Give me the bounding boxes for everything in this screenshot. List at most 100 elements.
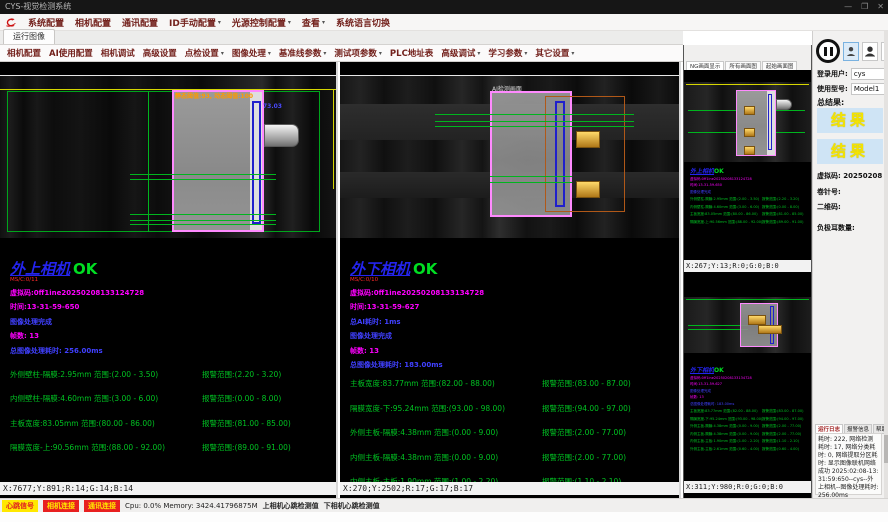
left-roi-frame (7, 91, 320, 232)
thumb-bottom-camera-title: 外下相机OK (690, 365, 809, 374)
toolbar-camera-config[interactable]: 相机配置 (7, 47, 41, 59)
toolbar-plc-address-table[interactable]: PLC地址表 (390, 47, 433, 59)
toolbar-advanced-settings[interactable]: 高级设置 (143, 47, 177, 59)
chevron-down-icon: ▾ (323, 50, 326, 57)
app-window: CYS-视觉检测系统 — ❐ ✕ 系统配置 相机配置 通讯配置 ID手动配置▾ … (0, 0, 888, 522)
menu-item-language-switch[interactable]: 系统语言切换 (336, 16, 390, 29)
login-user-field[interactable]: cys (851, 68, 885, 80)
lower-camera-heartbeat: 下相机心跳检测值 (324, 501, 380, 511)
maximize-button[interactable]: ❐ (861, 0, 868, 14)
center-cursor-coordinates: X:270;Y:2502;R:17;G:17;B:17 (340, 482, 679, 495)
model-row: 使用型号: Model1 (817, 83, 885, 95)
measurement-row: 外侧主板-隔膜:4.38mm 范围:(0.00 - 9.00)报警范围:(2.0… (350, 427, 677, 438)
left-total-time: 总图像处理耗时: 256.00ms (10, 346, 334, 356)
toolbar-advanced-debug[interactable]: 高级调试▾ (441, 47, 480, 59)
comm-connect-badge: 通讯连接 (84, 500, 120, 512)
thumbnail-tabs: NG画面显示 所有画面图 起始画面图 (684, 58, 811, 70)
chevron-down-icon: ▾ (322, 19, 325, 26)
minimize-button[interactable]: — (844, 0, 852, 14)
right-control-panel: 登录用户: cys 使用型号: Model1 总结果: 结果 结果 虚拟码: 2… (812, 31, 888, 498)
left-blue-value-overlay: 73.03 (263, 103, 282, 110)
user-icon (846, 46, 856, 57)
measurement-row: 隔膜宽度-上:90.56mm 范围:(88.00 - 92.00)报警范围:(8… (10, 442, 334, 453)
measurement-row: 内侧壁柱-隔膜:4.60mm 范围:(3.00 - 6.00)报警范围:(0.0… (10, 393, 334, 404)
thumb-tab-start-views[interactable]: 起始画面图 (762, 61, 798, 70)
thumb-tab-all-views[interactable]: 所有画面图 (725, 61, 761, 70)
login-user-row: 登录用户: cys (817, 68, 885, 80)
center-total-time: 总图像处理耗时: 183.00ms (350, 360, 677, 370)
left-measurements: 外侧壁柱-隔膜:2.95mm 范围:(2.00 - 3.50)报警范围:(2.2… (10, 369, 334, 454)
upper-camera-heartbeat: 上相机心跳检测值 (263, 501, 319, 511)
chevron-down-icon: ▾ (268, 50, 271, 57)
log-text[interactable]: 耗时: 222, 网络检测耗时: 17, 网络分类耗时: 0, 网络提取分区耗时… (815, 433, 882, 495)
login-user-button[interactable] (843, 42, 859, 61)
left-frame-count: 帧数: 13 (10, 331, 334, 341)
menu-item-id-manual-config[interactable]: ID手动配置▾ (169, 16, 221, 29)
result-box-1: 结果 (817, 108, 883, 133)
scrollbar-thumb[interactable] (884, 435, 888, 463)
thumb-bottom-coordinates: X:311;Y:980;R:0;G:0;B:0 (684, 481, 811, 493)
panel-scrollbar[interactable] (884, 31, 888, 498)
center-virtual-code: 虚拟码:0ff1ine20250208133134728 (350, 288, 677, 298)
thumbnail-column: NG画面显示 所有画面图 起始画面图 外上相机OK 虚拟码:0ff1 (683, 45, 812, 498)
menu-item-view[interactable]: 查看▾ (302, 16, 325, 29)
chevron-down-icon: ▾ (524, 50, 527, 57)
thumb-tab-ng-display[interactable]: NG画面显示 (686, 61, 724, 70)
center-camera-result-title: 外下相机OK (350, 258, 677, 279)
center-camera-image[interactable]: AI检测画面 (340, 75, 679, 238)
toolbar-baseline-params[interactable]: 基准线参数▾ (279, 47, 327, 59)
tool-bar: 相机配置 AI使用配置 相机调试 高级设置 点检设置▾ 图像处理▾ 基准线参数▾… (0, 45, 683, 62)
pause-button[interactable] (816, 39, 840, 63)
close-button[interactable]: ✕ (877, 0, 884, 14)
center-time: 时间:13-31-59-627 (350, 302, 677, 312)
thumb-top-coordinates: X:267;Y:13;R:0;G:0;B:0 (684, 260, 811, 272)
center-process-done: 图像处理完成 (350, 331, 677, 341)
user-manage-button[interactable] (862, 42, 878, 61)
measurement-row: 内侧主板-隔膜:4.38mm 范围:(0.00 - 9.00)报警范围:(2.0… (350, 452, 677, 463)
result-box-2: 结果 (817, 139, 883, 164)
window-title: CYS-视觉检测系统 (5, 2, 71, 11)
left-virtual-code: 虚拟码:0ff1ine20250208133124728 (10, 288, 334, 298)
window-controls: — ❐ ✕ (844, 0, 884, 14)
app-logo-icon (4, 16, 17, 29)
heartbeat-badge: 心跳信号 (2, 500, 38, 512)
menu-item-camera-config[interactable]: 相机配置 (75, 16, 111, 29)
left-camera-image[interactable]: 静态阈值:93, 动态阈值:100 73.03 (0, 75, 336, 238)
menu-item-light-control[interactable]: 光源控制配置▾ (232, 16, 291, 29)
left-time: 时间:13-31-59-650 (10, 302, 334, 312)
left-camera-view[interactable]: 静态阈值:93, 动态阈值:100 73.03 外上相机OK MS/C:0/11… (0, 62, 338, 498)
toolbar-ai-use-config[interactable]: AI使用配置 (49, 47, 93, 59)
left-part-region (172, 90, 264, 232)
measurement-row: 隔膜宽度-下:95.24mm 范围:(93.00 - 98.00)报警范围:(9… (350, 403, 677, 414)
user-icon (865, 46, 875, 57)
left-camera-result-title: 外上相机OK (10, 258, 334, 279)
cpu-memory-text: Cpu: 0.0% Memory: 3424.41796875M (125, 502, 258, 510)
view-tab-row: 运行图像 (0, 31, 683, 45)
thumb-top-camera-title: 外上相机OK (690, 166, 809, 175)
center-measure-box (555, 101, 565, 207)
center-camera-view[interactable]: AI检测画面 外下相机OK MS/C:0/10 虚拟码:0ff1ine20250… (340, 62, 681, 498)
qr-code-label: 二维码: (817, 202, 841, 212)
thumbnail-bottom-image[interactable]: 外下相机OK 虚拟码:0ff1ine20250208133134728 时间:1… (684, 273, 811, 481)
menu-item-system-config[interactable]: 系统配置 (28, 16, 64, 29)
thumbnail-top-image[interactable]: 外上相机OK 虚拟码:0ff1ine20250208133124728 时间:1… (684, 70, 811, 242)
menu-item-comm-config[interactable]: 通讯配置 (122, 16, 158, 29)
toolbar-spot-check[interactable]: 点检设置▾ (185, 47, 224, 59)
left-process-done: 图像处理完成 (10, 317, 334, 327)
toolbar-image-processing[interactable]: 图像处理▾ (232, 47, 271, 59)
left-result-block: 外上相机OK MS/C:0/11 虚拟码:0ff1ine202502081331… (10, 258, 334, 467)
camera-connect-badge: 相机连接 (43, 500, 79, 512)
status-bar: 心跳信号 相机连接 通讯连接 Cpu: 0.0% Memory: 3424.41… (0, 498, 888, 512)
control-buttons (816, 39, 888, 63)
measurement-row: 主板宽度:83.77mm 范围:(82.00 - 88.00)报警范围:(83.… (350, 378, 677, 389)
tab-run-image[interactable]: 运行图像 (3, 29, 55, 44)
toolbar-camera-debug[interactable]: 相机调试 (101, 47, 135, 59)
center-frame-count: 帧数: 13 (350, 346, 677, 356)
left-tab-object (264, 124, 299, 147)
toolbar-test-params[interactable]: 测试项参数▾ (334, 47, 382, 59)
center-gold-tab (576, 131, 600, 148)
model-field[interactable]: Model1 (851, 83, 885, 95)
toolbar-other-settings[interactable]: 其它设置▾ (535, 47, 574, 59)
toolbar-learning-params[interactable]: 学习参数▾ (488, 47, 527, 59)
window-bottom-edge (0, 512, 888, 522)
